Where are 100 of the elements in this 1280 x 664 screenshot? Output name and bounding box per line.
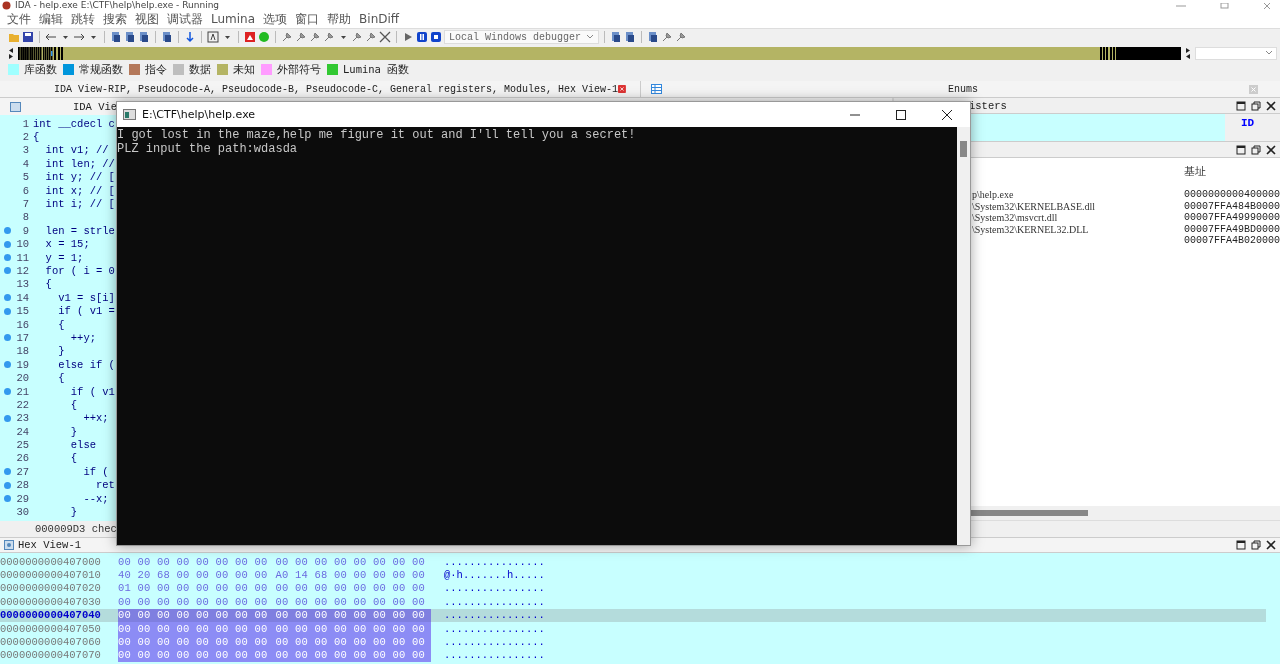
toolbar-button[interactable] <box>365 31 377 43</box>
scrollbar-thumb[interactable] <box>968 510 1088 516</box>
toolbar-button[interactable] <box>73 31 85 43</box>
close-icon <box>1266 144 1276 155</box>
console-title: E:\CTF\help\help.exe <box>142 108 256 121</box>
hex-ascii: ................ <box>444 582 545 595</box>
hex-address: 0000000000407040 <box>0 609 102 622</box>
scrollbar-thumb[interactable] <box>960 141 967 157</box>
debugger-dropdown[interactable]: Local Windows debugger <box>444 30 599 44</box>
toolbar-button[interactable] <box>295 31 307 43</box>
hex-bytes: 00 00 00 00 00 00 00 00 <box>118 555 268 568</box>
close-icon <box>1266 540 1276 550</box>
toolbar-button[interactable] <box>161 31 173 43</box>
toolbar-button[interactable] <box>281 31 293 43</box>
menu-item[interactable]: 搜索 <box>99 11 131 28</box>
code-line: } <box>69 506 78 518</box>
module-base: 00007FFA484B0000 <box>1184 200 1280 212</box>
scroll-arrows-icon <box>8 47 14 59</box>
code-line: int i; // [ <box>44 198 115 211</box>
tab-label[interactable]: IDA Vie <box>73 100 118 113</box>
toolbar-button[interactable] <box>379 31 391 43</box>
toolbar-button[interactable] <box>430 31 442 43</box>
toolbar-button[interactable] <box>610 31 622 43</box>
menu-item[interactable]: 编辑 <box>35 11 67 28</box>
tab-label[interactable]: Enums <box>948 83 978 95</box>
breakpoint-dot[interactable] <box>4 495 11 503</box>
code-line: { <box>57 372 65 385</box>
hex-bytes: 00 00 00 00 00 00 00 00 <box>275 555 426 568</box>
column-header[interactable]: 基址 <box>1184 164 1280 179</box>
hex-bytes: 00 00 00 00 00 00 00 00 <box>118 636 268 649</box>
toolbar-button[interactable] <box>323 31 335 43</box>
toolbar-button[interactable] <box>138 31 150 43</box>
line-number: 4 <box>22 157 29 170</box>
code-line: else <box>69 439 96 452</box>
hex-bytes: 00 00 00 00 00 00 00 00 <box>118 622 268 635</box>
toolbar-button[interactable] <box>402 31 414 43</box>
restore-icon <box>1251 540 1261 550</box>
legend-label: 数据 <box>189 62 211 77</box>
toolbar-button[interactable] <box>675 31 687 43</box>
breakpoint-dot[interactable] <box>4 307 11 315</box>
breakpoint-dot[interactable] <box>4 334 11 342</box>
toolbar-button[interactable] <box>184 31 196 43</box>
toolbar-button[interactable] <box>647 31 659 43</box>
code-line: ret <box>95 479 115 492</box>
breakpoint-dot[interactable] <box>4 414 11 422</box>
toolbar-button[interactable] <box>45 31 57 43</box>
breakpoint-dot[interactable] <box>4 254 11 262</box>
toolbar-button[interactable] <box>416 31 428 43</box>
hex-bytes: 00 00 00 00 00 00 00 00 <box>275 582 426 595</box>
menu-item[interactable]: 选项 <box>259 11 292 28</box>
code-line: int x; // [ <box>44 184 115 197</box>
toolbar-button[interactable] <box>207 31 219 43</box>
breakpoint-dot[interactable] <box>4 481 11 489</box>
hex-ascii: ................ <box>444 609 545 622</box>
stop-icon <box>430 31 442 43</box>
breakpoint-dot[interactable] <box>4 240 11 248</box>
breakpoint-dot[interactable] <box>4 267 11 275</box>
menu-item[interactable]: 视图 <box>131 11 163 28</box>
toolbar-button[interactable] <box>124 31 136 43</box>
hex-ascii: ................ <box>444 595 545 608</box>
toolbar-button[interactable] <box>351 31 363 43</box>
breakpoint-dot[interactable] <box>4 468 11 476</box>
breakpoint-dot[interactable] <box>4 227 11 235</box>
menu-item[interactable]: BinDiff <box>355 11 404 28</box>
line-number: 9 <box>22 224 29 237</box>
menu-item[interactable]: 调试器 <box>163 11 207 28</box>
table-icon <box>651 84 662 94</box>
document-icon <box>138 31 150 43</box>
toolbar-button[interactable] <box>110 31 122 43</box>
scroll-arrows-icon <box>1185 47 1191 59</box>
toolbar-button[interactable] <box>661 31 673 43</box>
down-arrow-icon <box>184 31 196 43</box>
line-number: 28 <box>16 479 29 492</box>
breakpoint-dot[interactable] <box>4 294 11 302</box>
open-folder-icon <box>8 31 20 43</box>
line-number: 24 <box>16 425 29 438</box>
hex-address: 0000000000407010 <box>0 569 102 582</box>
menu-item[interactable]: 文件 <box>3 11 35 28</box>
hex-ascii: ................ <box>444 622 545 635</box>
breakpoint-dot[interactable] <box>4 361 11 369</box>
pause-icon <box>416 31 428 43</box>
menu-item[interactable]: 窗口 <box>291 11 324 28</box>
close-icon <box>379 31 391 43</box>
code-line: y = 1; <box>44 251 84 264</box>
menu-item[interactable]: 跳转 <box>67 11 99 28</box>
legend-label: 常规函数 <box>79 62 123 77</box>
hex-ascii: ................ <box>444 636 545 649</box>
document-icon <box>124 31 136 43</box>
hex-address: 0000000000407050 <box>0 622 102 635</box>
console-line: I got lost in the maze,help me figure it out and I'll tell you a secret! <box>117 128 637 142</box>
menu-item[interactable]: 帮助 <box>323 11 356 28</box>
breakpoint-dot[interactable] <box>4 388 11 395</box>
chevron-down-icon <box>1265 50 1273 56</box>
toolbar-button[interactable] <box>22 31 34 43</box>
module-path: \System32\KERNEL32.DLL <box>972 223 1089 235</box>
toolbar-button[interactable] <box>624 31 636 43</box>
menu-item[interactable]: Lumina <box>207 11 260 28</box>
save-icon <box>22 31 34 43</box>
toolbar-button[interactable] <box>244 31 256 43</box>
toolbar-button[interactable] <box>309 31 321 43</box>
